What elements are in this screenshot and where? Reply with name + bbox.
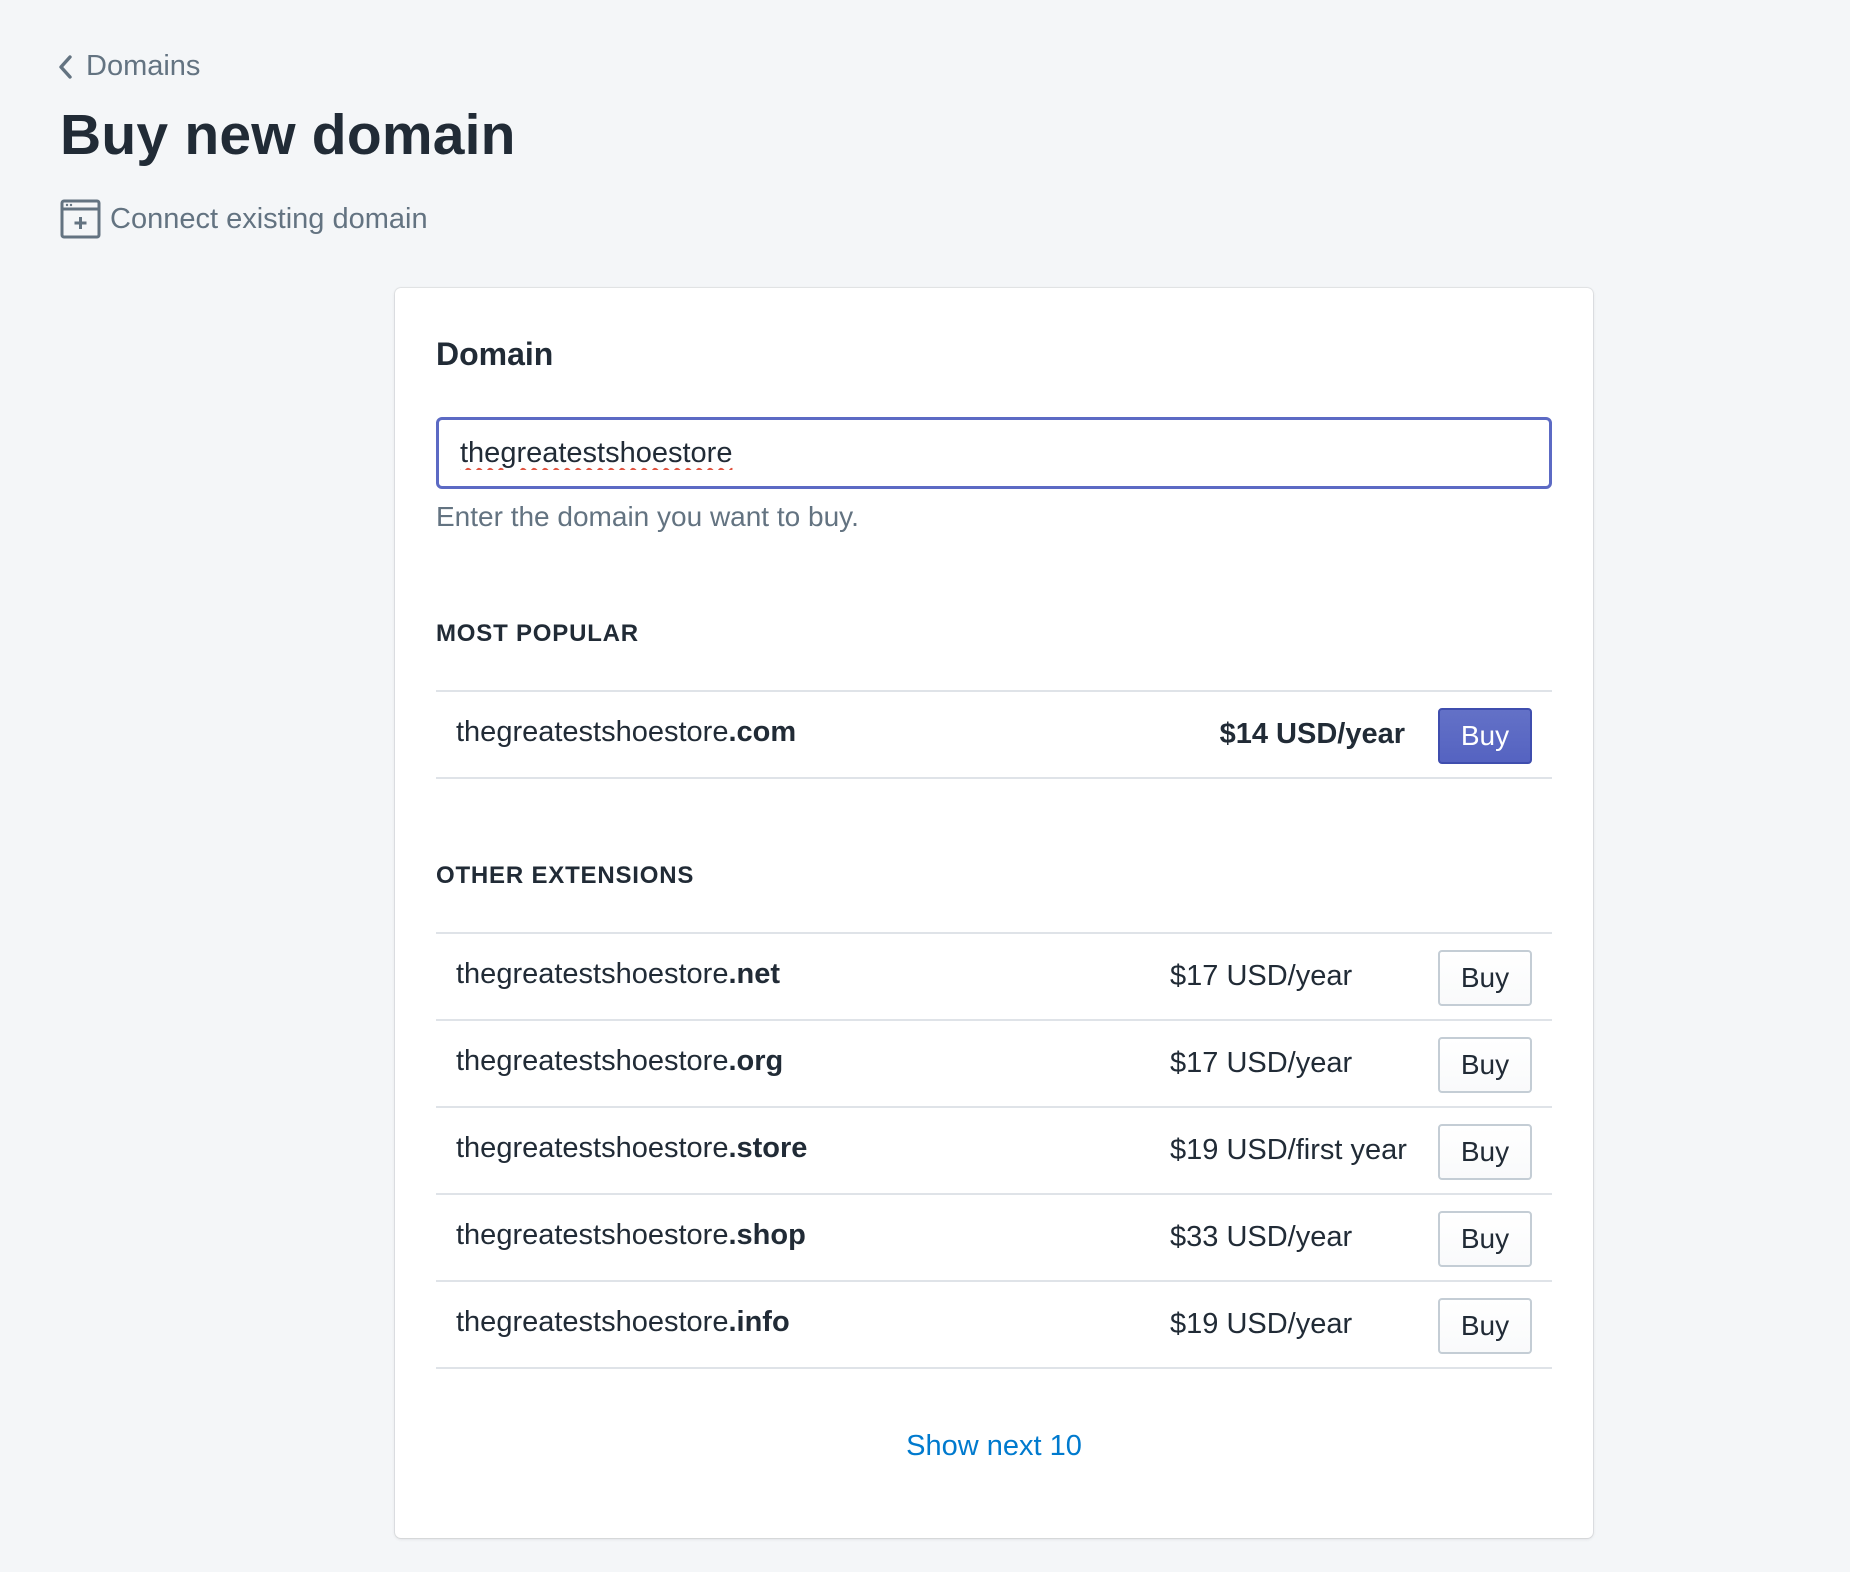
domain-name: thegreatestshoestore.info	[456, 1306, 790, 1339]
domain-extension: .info	[728, 1306, 790, 1338]
other-extensions-heading: OTHER EXTENSIONS	[436, 862, 695, 889]
show-next-link[interactable]: Show next 10	[436, 1430, 1552, 1463]
browser-plus-icon	[60, 198, 102, 240]
buy-button-shop[interactable]: Buy	[1438, 1211, 1532, 1267]
chevron-left-icon	[56, 54, 74, 80]
domain-price: $17 USD/year	[1170, 960, 1353, 992]
domain-name: thegreatestshoestore.net	[456, 958, 780, 991]
domain-help-text: Enter the domain you want to buy.	[436, 501, 859, 532]
buy-button-store[interactable]: Buy	[1438, 1124, 1532, 1180]
domain-extension: .org	[728, 1045, 784, 1077]
domain-name: thegreatestshoestore.store	[456, 1132, 807, 1165]
domain-base: thegreatestshoestore	[456, 958, 729, 990]
connect-existing-domain-label: Connect existing domain	[110, 202, 428, 235]
domain-row: thegreatestshoestore.store $19 USD/first…	[436, 1106, 1552, 1193]
domain-base: thegreatestshoestore	[456, 1219, 729, 1251]
domain-card: Domain Enter the domain you want to buy.…	[395, 288, 1593, 1538]
domain-price: $17 USD/year	[1170, 1047, 1353, 1079]
domain-price: $19 USD/first year	[1170, 1134, 1407, 1166]
buy-button-org[interactable]: Buy	[1438, 1037, 1532, 1093]
connect-existing-domain-button[interactable]: Connect existing domain	[60, 198, 428, 240]
other-extensions-list: thegreatestshoestore.net $17 USD/year Bu…	[436, 932, 1552, 1369]
domain-name: thegreatestshoestore.shop	[456, 1219, 806, 1252]
domain-price: $14 USD/year	[1219, 718, 1405, 750]
buy-button-com[interactable]: Buy	[1438, 708, 1532, 764]
domain-base: thegreatestshoestore	[456, 1306, 729, 1338]
domain-row: thegreatestshoestore.com $14 USD/year Bu…	[436, 690, 1552, 779]
most-popular-heading: MOST POPULAR	[436, 620, 639, 647]
domain-name: thegreatestshoestore.com	[456, 716, 796, 749]
buy-button-net[interactable]: Buy	[1438, 950, 1532, 1006]
breadcrumb-label: Domains	[86, 50, 201, 82]
domain-extension: .net	[728, 958, 781, 990]
domain-row: thegreatestshoestore.info $19 USD/year B…	[436, 1280, 1552, 1369]
domain-base: thegreatestshoestore	[456, 1045, 729, 1077]
page-title: Buy new domain	[60, 103, 516, 167]
most-popular-list: thegreatestshoestore.com $14 USD/year Bu…	[436, 690, 1552, 779]
domain-extension: .store	[728, 1132, 808, 1164]
breadcrumb-domains[interactable]: Domains	[56, 50, 200, 83]
card-heading: Domain	[436, 336, 554, 372]
domain-price: $33 USD/year	[1170, 1221, 1353, 1253]
domain-row: thegreatestshoestore.net $17 USD/year Bu…	[436, 932, 1552, 1019]
domain-extension: .com	[728, 716, 797, 748]
domain-base: thegreatestshoestore	[456, 1132, 729, 1164]
domain-name: thegreatestshoestore.org	[456, 1045, 783, 1078]
domain-base: thegreatestshoestore	[456, 716, 729, 748]
domain-row: thegreatestshoestore.org $17 USD/year Bu…	[436, 1019, 1552, 1106]
page: Domains Buy new domain Connect existing …	[0, 0, 1850, 1572]
buy-button-info[interactable]: Buy	[1438, 1298, 1532, 1354]
domain-row: thegreatestshoestore.shop $33 USD/year B…	[436, 1193, 1552, 1280]
domain-extension: .shop	[728, 1219, 806, 1251]
domain-search-input[interactable]	[436, 417, 1552, 489]
domain-price: $19 USD/year	[1170, 1308, 1353, 1340]
